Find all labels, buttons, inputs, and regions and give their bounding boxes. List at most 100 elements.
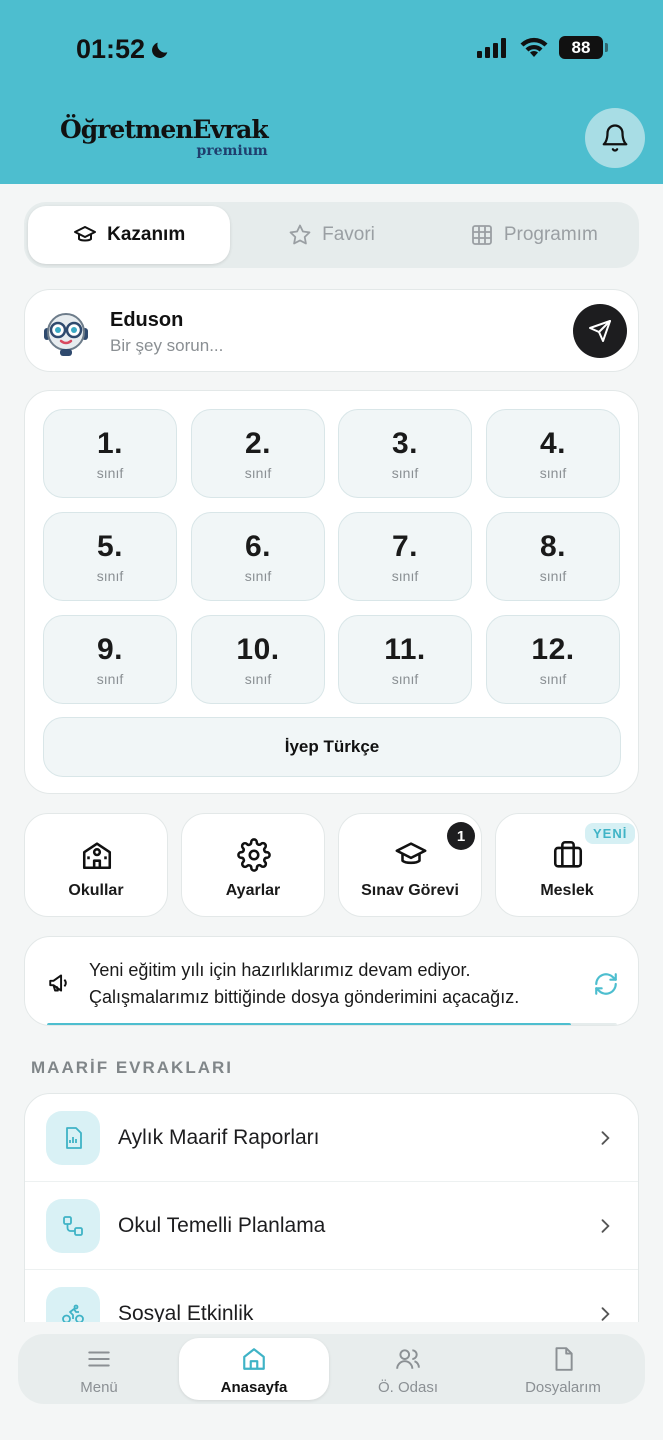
grade-number: 2.	[244, 427, 272, 460]
grade-button-9[interactable]: 9. sınıf	[43, 615, 177, 704]
status-indicators: 88	[477, 36, 608, 59]
iyep-turkce-label: İyep Türkçe	[284, 737, 380, 756]
graduation-cap-icon	[395, 842, 427, 865]
iyep-turkce-button[interactable]: İyep Türkçe	[43, 717, 621, 777]
announcement-text: Yeni eğitim yılı için hazırlıklarımız de…	[89, 957, 519, 1011]
refresh-icon[interactable]	[593, 971, 619, 997]
battery-level: 88	[571, 37, 591, 57]
quick-action-sinav-gorevi[interactable]: Sınav Görevi 1	[338, 813, 482, 917]
grade-label: sınıf	[539, 465, 567, 481]
briefcase-icon	[553, 840, 583, 868]
tab-label: Dosyalarım	[525, 1379, 601, 1396]
users-icon	[396, 1349, 420, 1369]
grade-number: 9.	[96, 633, 124, 666]
grade-number: 7.	[391, 530, 419, 563]
section-title: MAARİF EVRAKLARI	[31, 1058, 233, 1077]
announcement-line-2: Çalışmalarımız bittiğinde dosya gönderim…	[89, 987, 520, 1007]
megaphone-icon	[49, 974, 67, 992]
quick-action-label: Ayarlar	[225, 882, 281, 899]
grade-button-10[interactable]: 10. sınıf	[191, 615, 325, 704]
grade-label: sınıf	[391, 465, 419, 481]
grade-number: 11.	[384, 633, 426, 666]
bell-icon	[602, 124, 628, 152]
tab-favori[interactable]: Favori	[230, 206, 432, 264]
grade-button-2[interactable]: 2. sınıf	[191, 409, 325, 498]
logo-main-text: ÖğretmenEvrak	[60, 115, 269, 144]
segmented-tabs: Kazanım Favori Programım	[24, 202, 639, 268]
logo-sub-text: premium	[196, 143, 268, 159]
status-time: 01:52	[76, 34, 171, 65]
tab-programim[interactable]: Programım	[433, 206, 635, 264]
grade-button-3[interactable]: 3. sınıf	[338, 409, 472, 498]
grade-label: sınıf	[391, 568, 419, 584]
home-icon	[243, 1348, 265, 1370]
grade-button-4[interactable]: 4. sınıf	[486, 409, 620, 498]
grade-number: 12.	[531, 633, 575, 666]
grade-label: sınıf	[96, 671, 124, 687]
grade-button-1[interactable]: 1. sınıf	[43, 409, 177, 498]
tab-kazanim[interactable]: Kazanım	[28, 206, 231, 264]
status-time-text: 01:52	[76, 34, 146, 64]
grade-number: 5.	[96, 530, 124, 563]
tab-kazanim-label: Kazanım	[107, 224, 186, 245]
list-icon-wrap	[46, 1111, 100, 1165]
grade-label: sınıf	[96, 465, 124, 481]
tab-ogretmenler-odasi[interactable]: Ö. Odası	[333, 1338, 483, 1400]
grade-button-6[interactable]: 6. sınıf	[191, 512, 325, 601]
tab-label: Menü	[80, 1379, 118, 1396]
grade-selector: 1. sınıf 2. sınıf 3. sınıf 4. sınıf 5. sınıf …	[24, 390, 639, 794]
list-item-label: Okul Temelli Planlama	[118, 1214, 326, 1237]
quick-action-ayarlar[interactable]: Ayarlar	[181, 813, 325, 917]
moon-icon	[152, 42, 168, 58]
bottom-tab-bar: Menü Anasayfa Ö. Odası Dosyalarım	[18, 1334, 645, 1404]
tab-label: Anasayfa	[220, 1379, 288, 1396]
send-button[interactable]	[573, 304, 627, 358]
chevron-right-icon	[601, 1307, 610, 1321]
tab-label: Ö. Odası	[377, 1379, 439, 1396]
quick-action-label: Meslek	[540, 882, 594, 899]
signal-icon	[477, 37, 506, 58]
star-icon	[289, 224, 311, 245]
new-badge: YENİ	[585, 823, 636, 844]
battery-indicator: 88	[559, 36, 608, 59]
quick-action-label: Okullar	[68, 882, 124, 899]
quick-action-label: Sınav Görevi	[361, 882, 459, 899]
list-item-label: Aylık Maarif Raporları	[118, 1126, 320, 1149]
grade-label: sınıf	[96, 568, 124, 584]
grade-button-8[interactable]: 8. sınıf	[486, 512, 620, 601]
announcement-progress	[47, 1023, 617, 1025]
assistant-question-input[interactable]: Bir şey sorun...	[110, 336, 223, 356]
graduation-cap-icon	[74, 226, 97, 242]
menu-icon	[88, 1351, 110, 1367]
announcement-card: Yeni eğitim yılı için hazırlıklarımız de…	[24, 936, 639, 1026]
list-item-aylik-maarif-raporlari[interactable]: Aylık Maarif Raporları	[25, 1094, 638, 1182]
tab-dosyalarim[interactable]: Dosyalarım	[488, 1338, 638, 1400]
maarif-list: Aylık Maarif Raporları Okul Temelli Plan…	[24, 1093, 639, 1353]
chevron-right-icon	[601, 1131, 610, 1145]
chevron-right-icon	[601, 1219, 610, 1233]
notification-count-badge: 1	[447, 822, 475, 850]
grade-button-7[interactable]: 7. sınıf	[338, 512, 472, 601]
workflow-icon	[63, 1216, 83, 1236]
grade-button-11[interactable]: 11. sınıf	[338, 615, 472, 704]
grade-number: 6.	[244, 530, 272, 563]
quick-action-meslek[interactable]: Meslek YENİ	[495, 813, 639, 917]
grade-button-12[interactable]: 12. sınıf	[486, 615, 620, 704]
grade-label: sınıf	[539, 671, 567, 687]
app-logo: ÖğretmenEvrak premium	[60, 115, 269, 159]
grade-number: 3.	[391, 427, 419, 460]
grade-label: sınıf	[539, 568, 567, 584]
list-item-okul-temelli-planlama[interactable]: Okul Temelli Planlama	[25, 1182, 638, 1270]
tab-menu[interactable]: Menü	[24, 1338, 174, 1400]
assistant-card[interactable]: Eduson Bir şey sorun...	[24, 289, 639, 372]
report-icon	[66, 1127, 82, 1149]
robot-avatar-icon	[44, 313, 88, 356]
tab-anasayfa[interactable]: Anasayfa	[179, 1338, 329, 1400]
grade-button-5[interactable]: 5. sınıf	[43, 512, 177, 601]
notifications-button[interactable]	[585, 108, 645, 168]
grade-label: sınıf	[244, 671, 272, 687]
wifi-icon	[520, 37, 548, 57]
quick-action-okullar[interactable]: Okullar	[24, 813, 168, 917]
grid-icon	[471, 225, 492, 245]
file-icon	[555, 1347, 573, 1371]
